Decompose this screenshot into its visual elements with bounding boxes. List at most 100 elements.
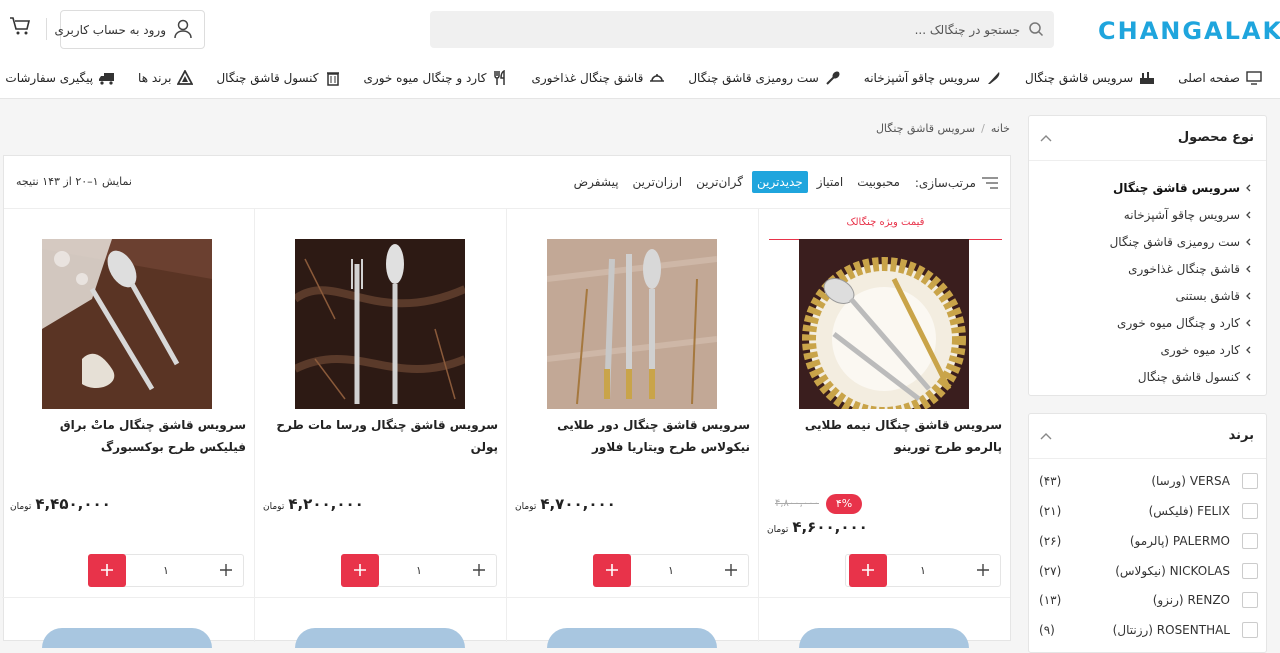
brand-checkbox[interactable] bbox=[1242, 533, 1258, 549]
product-image[interactable] bbox=[799, 628, 969, 648]
product-image[interactable] bbox=[42, 628, 212, 648]
category-item[interactable]: ست رومیزی قاشق چنگال bbox=[1044, 228, 1254, 255]
product-title[interactable]: سرویس قاشق چنگال ماتْ براق فیلیکس طرح بو… bbox=[10, 414, 246, 458]
brand-checkbox[interactable] bbox=[1242, 563, 1258, 579]
quantity-value[interactable]: ۱ bbox=[416, 564, 422, 577]
category-item[interactable]: سرویس قاشق چنگال bbox=[1044, 174, 1254, 201]
category-item[interactable]: کارد و چنگال میوه خوری bbox=[1044, 309, 1254, 336]
brand-filter-item[interactable]: NICKOLAS (نیکولاس) (۲۷) bbox=[1039, 561, 1258, 581]
nav-item-home[interactable]: صفحه اصلی bbox=[1178, 70, 1262, 86]
breadcrumb-home[interactable]: خانه bbox=[991, 122, 1010, 135]
nav-item-table-set[interactable]: ست رومیزی قاشق چنگال bbox=[688, 70, 840, 86]
nav-label: برند ها bbox=[138, 71, 172, 85]
brand-filter-item[interactable]: PALERMO (پالرمو) (۲۶) bbox=[1039, 531, 1258, 551]
category-item[interactable]: قاشق بستنی bbox=[1044, 282, 1254, 309]
nav-item-console[interactable]: کنسول قاشق چنگال bbox=[216, 70, 340, 86]
category-item[interactable]: سرویس چاقو آشپزخانه bbox=[1044, 201, 1254, 228]
product-card[interactable]: سرویس قاشق چنگال ماتْ براق فیلیکس طرح بو… bbox=[2, 209, 254, 597]
nav-item-knife[interactable]: سرویس چاقو آشپزخانه bbox=[864, 70, 1002, 86]
site-logo[interactable]: CHANGALAK bbox=[1098, 16, 1280, 46]
sort-option-rating[interactable]: امتیاز bbox=[812, 171, 848, 193]
quantity-value[interactable]: ۱ bbox=[163, 564, 169, 577]
plus-icon[interactable] bbox=[976, 563, 990, 577]
product-card-partial[interactable] bbox=[506, 597, 758, 648]
currency-label: تومان bbox=[10, 502, 32, 512]
brand-filter-item[interactable]: FELIX (فلیکس) (۲۱) bbox=[1039, 501, 1258, 521]
quantity-value[interactable]: ۱ bbox=[920, 564, 926, 577]
chevron-left-icon bbox=[1246, 346, 1251, 353]
plus-icon bbox=[862, 564, 874, 576]
product-title[interactable]: سرویس قاشق چنگال نیمه طلایی پالرمو طرح ت… bbox=[767, 414, 1002, 458]
box-divider bbox=[1029, 160, 1266, 161]
product-image[interactable] bbox=[547, 628, 717, 648]
product-card[interactable]: قیمت ویژه چنگالک سرویس قاشق چنگال نیمه ط… bbox=[758, 209, 1010, 597]
user-icon bbox=[174, 19, 192, 39]
nav-label: سرویس چاقو آشپزخانه bbox=[863, 71, 980, 85]
product-card[interactable]: سرویس قاشق چنگال ورسا مات طرح پولن ۴,۲۰۰… bbox=[254, 209, 506, 597]
product-card-partial[interactable] bbox=[758, 597, 1010, 648]
category-item[interactable]: کنسول قاشق چنگال bbox=[1044, 363, 1254, 390]
product-image[interactable] bbox=[295, 239, 465, 409]
product-card-partial[interactable] bbox=[2, 597, 254, 648]
sort-option-default[interactable]: پیشفرض bbox=[569, 171, 624, 193]
product-image[interactable] bbox=[295, 628, 465, 648]
category-item[interactable]: قاشق چنگال غذاخوری bbox=[1044, 255, 1254, 282]
chevron-up-icon[interactable] bbox=[1039, 430, 1053, 444]
product-title[interactable]: سرویس قاشق چنگال دور طلایی نیکولاس طرح و… bbox=[515, 414, 750, 458]
nav-item-order-tracking[interactable]: پیگیری سفارشات bbox=[5, 70, 115, 86]
breadcrumb-current: سرویس قاشق چنگال bbox=[875, 122, 976, 135]
product-image[interactable] bbox=[42, 239, 212, 409]
category-label: کنسول قاشق چنگال bbox=[1137, 369, 1240, 384]
dining-icon bbox=[650, 74, 665, 82]
nav-item-fruit-cutlery[interactable]: کارد و چنگال میوه خوری bbox=[364, 70, 509, 86]
add-to-cart-button[interactable] bbox=[593, 554, 631, 587]
sort-option-newest[interactable]: جدیدترین bbox=[751, 171, 808, 193]
plus-icon[interactable] bbox=[472, 563, 486, 577]
nav-item-dining[interactable]: قاشق چنگال غذاخوری bbox=[531, 70, 665, 86]
brand-filter-item[interactable]: RENZO (رنزو) (۱۳) bbox=[1039, 590, 1258, 610]
brand-name: ROSENTHAL (رزنتال) bbox=[1112, 623, 1230, 637]
category-label: ست رومیزی قاشق چنگال bbox=[1109, 234, 1240, 249]
sort-label: مرتب‌سازی: bbox=[914, 176, 976, 190]
currency-label: تومان bbox=[515, 502, 537, 512]
quantity-value[interactable]: ۱ bbox=[668, 564, 674, 577]
brand-checkbox[interactable] bbox=[1242, 503, 1258, 519]
plus-icon[interactable] bbox=[219, 563, 233, 577]
add-to-cart-button[interactable] bbox=[341, 554, 379, 587]
plus-icon[interactable] bbox=[724, 563, 738, 577]
sort-option-most-expensive[interactable]: گران‌ترین bbox=[691, 171, 748, 193]
chevron-left-icon bbox=[1246, 184, 1251, 191]
brand-count: (۲۷) bbox=[1039, 564, 1062, 578]
brand-filter-item[interactable]: ROSENTHAL (رزنتال) (۹) bbox=[1039, 620, 1258, 640]
search-bar[interactable] bbox=[430, 11, 1054, 48]
knife-icon bbox=[988, 72, 1000, 84]
brand-filter-item[interactable]: VERSA (ورسا) (۴۳) bbox=[1039, 471, 1258, 491]
category-item[interactable]: کارد میوه خوری bbox=[1044, 336, 1254, 363]
login-button[interactable]: ورود به حساب کاربری bbox=[54, 10, 205, 49]
brand-count: (۴۳) bbox=[1039, 474, 1062, 488]
add-to-cart-button[interactable] bbox=[849, 554, 887, 587]
brand-checkbox[interactable] bbox=[1242, 592, 1258, 608]
product-image[interactable] bbox=[547, 239, 717, 409]
brand-name: NICKOLAS (نیکولاس) bbox=[1115, 564, 1230, 578]
spoon-icon bbox=[826, 71, 840, 85]
currency-label: تومان bbox=[767, 525, 789, 535]
chevron-up-icon[interactable] bbox=[1039, 132, 1053, 146]
add-to-cart-button[interactable] bbox=[88, 554, 126, 587]
sort-option-cheapest[interactable]: ارزان‌ترین bbox=[628, 171, 688, 193]
product-card[interactable]: سرویس قاشق چنگال دور طلایی نیکولاس طرح و… bbox=[506, 209, 758, 597]
brand-checkbox[interactable] bbox=[1242, 622, 1258, 638]
cutlery-set-icon bbox=[1140, 72, 1155, 84]
nav-item-cutlery-set[interactable]: سرویس قاشق چنگال bbox=[1025, 70, 1155, 86]
nav-item-brands[interactable]: برند ها bbox=[138, 70, 194, 86]
sort-option-popularity[interactable]: محبوبیت bbox=[852, 171, 905, 193]
search-icon[interactable] bbox=[1028, 21, 1044, 37]
cart-icon[interactable] bbox=[9, 15, 31, 37]
search-input[interactable] bbox=[460, 11, 1020, 48]
product-card-partial[interactable] bbox=[254, 597, 506, 648]
brand-checkbox[interactable] bbox=[1242, 473, 1258, 489]
product-image[interactable] bbox=[799, 239, 969, 409]
result-count: نمایش ۱–۲۰ از ۱۴۳ نتیجه bbox=[16, 175, 132, 188]
brand-name: RENZO (رنزو) bbox=[1152, 593, 1230, 607]
product-title[interactable]: سرویس قاشق چنگال ورسا مات طرح پولن bbox=[263, 414, 498, 458]
